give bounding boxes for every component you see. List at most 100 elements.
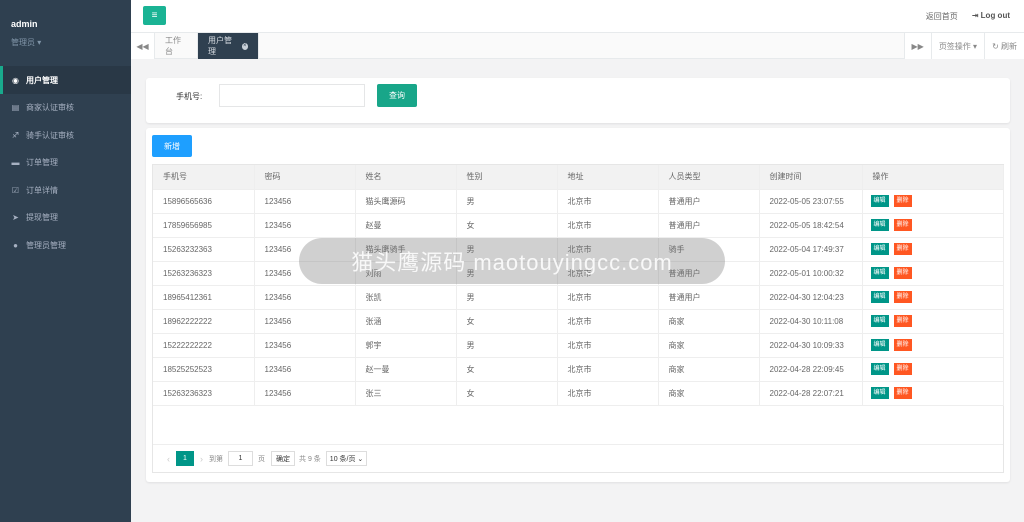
- edit-button[interactable]: 编辑: [870, 267, 889, 279]
- check-square-icon: ☑: [11, 185, 20, 195]
- table-cell: 北京市: [557, 189, 659, 214]
- tab-operations-dropdown[interactable]: 页签操作 ▾: [930, 33, 985, 59]
- delete-button[interactable]: 删除: [893, 243, 912, 255]
- edit-button[interactable]: 编辑: [870, 195, 889, 207]
- query-button[interactable]: 查询: [377, 84, 417, 107]
- table-cell: 北京市: [557, 213, 659, 238]
- sidebar-item-5[interactable]: ➤ 提现管理: [0, 204, 131, 232]
- table-cell: 2022-05-05 23:07:55: [759, 189, 863, 214]
- sidebar-item-4[interactable]: ☑ 订单详情: [0, 177, 131, 205]
- user-icon: ●: [13, 240, 18, 250]
- table-cell: 18965412361: [153, 285, 255, 310]
- table-cell: 123456: [254, 309, 356, 334]
- sidebar-item-1[interactable]: ▤ 商家认证审核: [0, 94, 131, 122]
- tab-workbench[interactable]: 工作台: [155, 33, 198, 59]
- id-card-icon: ▤: [11, 103, 20, 113]
- row-actions: 编辑 删除: [862, 381, 1004, 406]
- table-cell: 2022-05-05 18:42:54: [759, 213, 863, 238]
- user-circle-icon: ◉: [12, 75, 19, 85]
- menu-toggle-button[interactable]: ≡: [143, 6, 166, 25]
- table-cell: 商家: [658, 333, 760, 358]
- table-row: 18962222222 123456 张涵女北京市 商家 2022-04-30 10:1…: [153, 309, 1004, 334]
- send-icon: ➤: [12, 213, 19, 223]
- goto-confirm-button[interactable]: 确定: [271, 451, 295, 466]
- table-cell: 123456: [254, 357, 356, 382]
- phone-label: 手机号:: [176, 92, 203, 101]
- table-cell: 123456: [254, 189, 356, 214]
- refresh-button[interactable]: ↻ 刷新: [984, 33, 1024, 59]
- table-row: 15896565636 123456 猫头鹰源码男北京市 普通用户 2022-05-05…: [153, 189, 1004, 214]
- column-header: 操作: [862, 165, 1004, 190]
- phone-input[interactable]: [219, 84, 365, 107]
- table-cell: 北京市: [557, 357, 659, 382]
- sidebar-item-6[interactable]: ● 管理员管理: [0, 232, 131, 260]
- tabs-scroll-right-button[interactable]: ▶▶: [903, 33, 931, 59]
- sidebar-item-label: 订单详情: [26, 185, 58, 195]
- goto-page-input[interactable]: 1: [228, 451, 253, 466]
- add-user-button[interactable]: 新增: [152, 135, 192, 157]
- edit-button[interactable]: 编辑: [870, 291, 889, 303]
- sidebar-item-3[interactable]: ▬ 订单管理: [0, 149, 131, 177]
- user-name: admin: [11, 19, 38, 29]
- sidebar-item-label: 骑手认证审核: [26, 130, 74, 140]
- delete-button[interactable]: 删除: [893, 267, 912, 279]
- table-cell: 2022-04-28 22:09:45: [759, 357, 863, 382]
- edit-button[interactable]: 编辑: [870, 315, 889, 327]
- prev-page-icon[interactable]: ‹: [167, 454, 170, 464]
- delete-button[interactable]: 删除: [893, 219, 912, 231]
- user-role-dropdown[interactable]: 管理员 ▾: [11, 37, 131, 48]
- column-header: 手机号: [153, 165, 255, 190]
- table-cell: 张凯: [355, 285, 457, 310]
- column-header: 地址: [557, 165, 659, 190]
- delete-button[interactable]: 删除: [893, 291, 912, 303]
- credit-card-icon: ▬: [11, 158, 20, 168]
- sidebar-item-label: 用户管理: [26, 75, 58, 85]
- current-page-button[interactable]: 1: [176, 451, 194, 466]
- top-right-links: 返回首页 ⇥ Log out: [926, 11, 1010, 22]
- table-cell: 郭宇: [355, 333, 457, 358]
- column-header: 创建时间: [759, 165, 863, 190]
- pagination: ‹ 1 › 到第 1 页 确定 共 9 条 10 条/页 ⌄: [153, 444, 1003, 472]
- row-actions: 编辑 删除: [862, 213, 1004, 238]
- delete-button[interactable]: 删除: [893, 387, 912, 399]
- tab-user-management[interactable]: 用户管理 ×: [198, 33, 259, 59]
- tabs-scroll-left-button[interactable]: ◀◀: [131, 33, 155, 59]
- close-tab-icon[interactable]: ×: [241, 42, 248, 50]
- delete-button[interactable]: 删除: [893, 363, 912, 375]
- edit-button[interactable]: 编辑: [870, 243, 889, 255]
- table-cell: 商家: [658, 381, 760, 406]
- row-actions: 编辑 删除: [862, 261, 1004, 286]
- table-cell: 123456: [254, 285, 356, 310]
- row-actions: 编辑 删除: [862, 357, 1004, 382]
- table-cell: 商家: [658, 309, 760, 334]
- table-row: 18965412361 123456 张凯男北京市 普通用户 2022-04-30 12…: [153, 285, 1004, 310]
- row-actions: 编辑 删除: [862, 285, 1004, 310]
- table-cell: 2022-05-04 17:49:37: [759, 237, 863, 262]
- double-left-arrow-icon: ◀◀: [136, 41, 149, 51]
- column-header: 性别: [456, 165, 558, 190]
- delete-button[interactable]: 删除: [893, 315, 912, 327]
- delete-button[interactable]: 删除: [893, 195, 912, 207]
- delete-button[interactable]: 删除: [893, 339, 912, 351]
- page-size-select[interactable]: 10 条/页 ⌄: [325, 451, 368, 466]
- rider-icon: ♐: [11, 130, 20, 140]
- edit-button[interactable]: 编辑: [870, 339, 889, 351]
- sidebar-item-2[interactable]: ♐ 骑手认证审核: [0, 122, 131, 150]
- tab-label: 工作台: [165, 36, 181, 56]
- next-page-icon[interactable]: ›: [200, 454, 203, 464]
- table-cell: 男: [456, 333, 558, 358]
- column-header: 人员类型: [658, 165, 760, 190]
- sidebar-item-0[interactable]: ◉ 用户管理: [0, 66, 131, 94]
- table-cell: 猫头鹰源码: [355, 189, 457, 214]
- logout-link[interactable]: ⇥ Log out: [972, 11, 1010, 22]
- edit-button[interactable]: 编辑: [870, 219, 889, 231]
- edit-button[interactable]: 编辑: [870, 363, 889, 375]
- hamburger-icon: ≡: [151, 10, 158, 21]
- table-cell: 张三: [355, 381, 457, 406]
- table-cell: 18525252523: [153, 357, 255, 382]
- edit-button[interactable]: 编辑: [870, 387, 889, 399]
- home-link[interactable]: 返回首页: [926, 11, 958, 22]
- table-cell: 2022-04-28 22:07:21: [759, 381, 863, 406]
- column-header: 密码: [254, 165, 356, 190]
- table-cell: 普通用户: [658, 189, 760, 214]
